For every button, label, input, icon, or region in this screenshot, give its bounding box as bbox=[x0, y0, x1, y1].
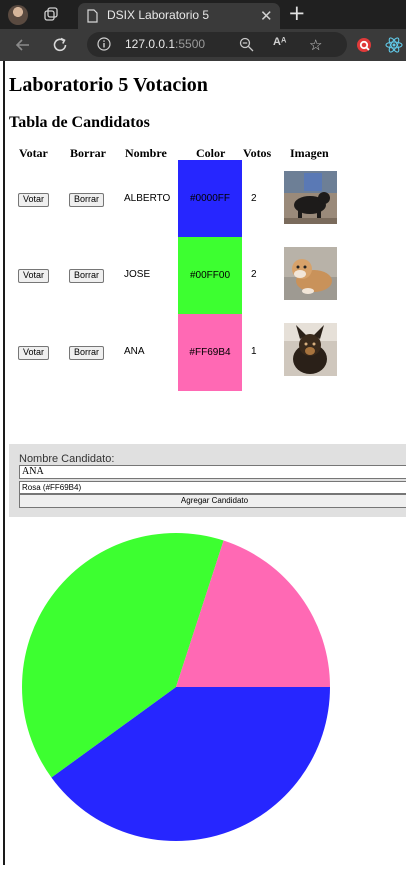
browser-toolbar: 127.0.0.1:5500 Aᴬ ☆ bbox=[0, 29, 406, 61]
vote-button[interactable]: Votar bbox=[18, 346, 50, 360]
tab-title: DSIX Laboratorio 5 bbox=[107, 8, 210, 22]
reload-icon[interactable] bbox=[51, 36, 69, 54]
candidate-name-input[interactable]: ANA bbox=[19, 465, 406, 479]
header-votos: Votos bbox=[243, 146, 272, 160]
color-cell: #0000FF bbox=[178, 160, 242, 237]
page-content: Laboratorio 5 Votacion Tabla de Candidat… bbox=[0, 61, 406, 886]
add-candidate-button[interactable]: Agregar Candidato bbox=[19, 494, 406, 508]
back-icon[interactable] bbox=[14, 36, 32, 54]
favorite-star-icon[interactable]: ☆ bbox=[309, 36, 322, 54]
header-color: Color bbox=[196, 146, 226, 160]
site-info-icon[interactable] bbox=[97, 37, 111, 51]
delete-button[interactable]: Borrar bbox=[69, 346, 105, 360]
vote-count: 1 bbox=[251, 346, 257, 357]
address-bar[interactable]: 127.0.0.1:5500 Aᴬ ☆ bbox=[87, 32, 347, 57]
header-borrar: Borrar bbox=[70, 146, 106, 160]
vote-button[interactable]: Votar bbox=[18, 193, 50, 207]
url-port: :5500 bbox=[175, 37, 206, 51]
zoom-icon[interactable] bbox=[239, 37, 254, 52]
profile-avatar[interactable] bbox=[8, 5, 28, 25]
browser-tab-bar: DSIX Laboratorio 5 ✕ + bbox=[0, 0, 406, 29]
header-votar: Votar bbox=[19, 146, 48, 160]
delete-button[interactable]: Borrar bbox=[69, 193, 105, 207]
color-cell: #FF69B4 bbox=[178, 314, 242, 391]
candidate-image bbox=[284, 171, 337, 224]
workspaces-icon[interactable] bbox=[44, 7, 58, 21]
vote-button[interactable]: Votar bbox=[18, 269, 50, 283]
candidate-image bbox=[284, 323, 337, 376]
page-title: Laboratorio 5 Votacion bbox=[9, 74, 208, 96]
table-heading: Tabla de Candidatos bbox=[9, 114, 150, 131]
color-select[interactable]: Rosa (#FF69B4) bbox=[19, 481, 406, 494]
name-label: Nombre Candidato: bbox=[19, 453, 115, 465]
new-tab-icon[interactable]: + bbox=[288, 1, 306, 25]
candidate-name: ANA bbox=[124, 346, 145, 357]
delete-button[interactable]: Borrar bbox=[69, 269, 105, 283]
extension-icon[interactable] bbox=[355, 36, 373, 54]
read-aloud-icon[interactable]: Aᴬ bbox=[273, 36, 286, 48]
header-imagen: Imagen bbox=[290, 146, 329, 160]
page-icon bbox=[87, 9, 98, 23]
color-cell: #00FF00 bbox=[178, 237, 242, 314]
candidate-name: JOSE bbox=[124, 269, 151, 280]
header-nombre: Nombre bbox=[125, 146, 167, 160]
vote-count: 2 bbox=[251, 193, 257, 204]
votes-pie-chart bbox=[21, 533, 331, 841]
url-text: 127.0.0.1:5500 bbox=[125, 37, 205, 51]
candidate-image bbox=[284, 247, 337, 300]
close-tab-icon[interactable]: ✕ bbox=[260, 7, 273, 25]
url-host: 127.0.0.1 bbox=[125, 37, 176, 51]
candidate-form: Nombre Candidato: ANA Rosa (#FF69B4) Agr… bbox=[9, 444, 406, 517]
active-tab[interactable]: DSIX Laboratorio 5 ✕ bbox=[78, 3, 280, 29]
vote-count: 2 bbox=[251, 269, 257, 280]
candidate-name: ALBERTO bbox=[124, 193, 171, 204]
react-devtools-icon[interactable] bbox=[385, 36, 403, 54]
